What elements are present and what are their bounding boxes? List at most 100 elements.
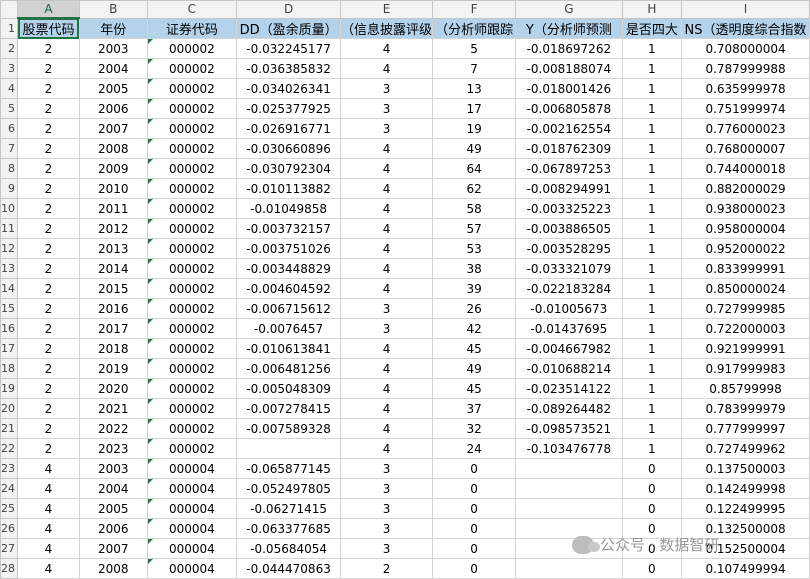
data-cell[interactable]: 4 (17, 478, 80, 499)
data-cell[interactable]: 0.850000024 (681, 278, 810, 299)
column-header-e[interactable]: E (340, 0, 434, 19)
data-cell[interactable]: 2 (17, 398, 80, 419)
data-cell[interactable]: 2 (17, 198, 80, 219)
data-cell[interactable]: 0 (621, 458, 683, 479)
data-cell[interactable]: -0.007278415 (236, 398, 342, 419)
data-cell[interactable]: 0.137500003 (681, 458, 810, 479)
column-header-f[interactable]: F (432, 0, 517, 19)
data-cell[interactable]: 4 (340, 358, 434, 379)
data-cell[interactable]: 2015 (78, 278, 148, 299)
data-cell[interactable]: -0.030792304 (236, 158, 342, 179)
data-cell[interactable]: 000002 (146, 38, 238, 59)
data-cell[interactable]: -0.003325223 (515, 198, 623, 219)
data-cell[interactable]: 2005 (78, 498, 148, 519)
data-cell[interactable]: 64 (432, 158, 517, 179)
data-cell[interactable]: 2023 (78, 438, 148, 459)
field-header-cell[interactable]: DD（盈余质量） (236, 17, 342, 39)
data-cell[interactable]: 53 (432, 238, 517, 259)
data-cell[interactable]: 2 (17, 258, 80, 279)
field-header-cell[interactable]: 证券代码 (146, 17, 238, 39)
data-cell[interactable]: 2006 (78, 98, 148, 119)
data-cell[interactable]: 2 (17, 318, 80, 339)
data-cell[interactable]: 4 (340, 158, 434, 179)
data-cell[interactable]: 3 (340, 498, 434, 519)
column-header-b[interactable]: B (78, 0, 148, 19)
data-cell[interactable] (236, 438, 342, 459)
data-cell[interactable]: 2021 (78, 398, 148, 419)
data-cell[interactable]: -0.065877145 (236, 458, 342, 479)
data-cell[interactable]: 0.938000023 (681, 198, 810, 219)
data-cell[interactable]: 4 (340, 338, 434, 359)
column-header-c[interactable]: C (146, 0, 238, 19)
data-cell[interactable]: 1 (621, 358, 683, 379)
row-header[interactable]: 13 (0, 258, 18, 279)
row-header[interactable]: 14 (0, 278, 18, 299)
data-cell[interactable]: -0.003448829 (236, 258, 342, 279)
data-cell[interactable]: 2003 (78, 458, 148, 479)
row-header[interactable]: 10 (0, 198, 18, 219)
data-cell[interactable]: 58 (432, 198, 517, 219)
row-header[interactable]: 20 (0, 398, 18, 419)
data-cell[interactable]: 000002 (146, 58, 238, 79)
row-header[interactable]: 18 (0, 358, 18, 379)
data-cell[interactable]: 000004 (146, 518, 238, 539)
data-cell[interactable]: 4 (17, 538, 80, 559)
data-cell[interactable]: 0 (432, 478, 517, 499)
data-cell[interactable]: 3 (340, 518, 434, 539)
data-cell[interactable]: -0.06271415 (236, 498, 342, 519)
data-cell[interactable]: 42 (432, 318, 517, 339)
data-cell[interactable]: 000002 (146, 338, 238, 359)
data-cell[interactable]: 1 (621, 398, 683, 419)
data-cell[interactable]: 39 (432, 278, 517, 299)
data-cell[interactable]: 000002 (146, 418, 238, 439)
data-cell[interactable]: -0.003886505 (515, 218, 623, 239)
data-cell[interactable]: 0 (432, 458, 517, 479)
data-cell[interactable]: 4 (340, 418, 434, 439)
data-cell[interactable]: 2009 (78, 158, 148, 179)
data-cell[interactable]: 4 (340, 378, 434, 399)
data-cell[interactable]: 0.777999997 (681, 418, 810, 439)
data-cell[interactable]: 2 (17, 298, 80, 319)
data-cell[interactable]: 1 (621, 198, 683, 219)
data-cell[interactable]: 000004 (146, 498, 238, 519)
data-cell[interactable]: 49 (432, 358, 517, 379)
data-cell[interactable]: 000002 (146, 278, 238, 299)
data-cell[interactable]: 0.952000022 (681, 238, 810, 259)
data-cell[interactable]: 3 (340, 538, 434, 559)
data-cell[interactable]: -0.01005673 (515, 298, 623, 319)
row-header[interactable]: 27 (0, 538, 18, 559)
data-cell[interactable]: 2017 (78, 318, 148, 339)
data-cell[interactable]: 4 (340, 438, 434, 459)
data-cell[interactable]: -0.01049858 (236, 198, 342, 219)
field-header-cell[interactable]: Y（分析师预测 (515, 17, 623, 39)
column-header-h[interactable]: H (621, 0, 683, 19)
data-cell[interactable]: -0.032245177 (236, 38, 342, 59)
data-cell[interactable]: 2 (17, 78, 80, 99)
data-cell[interactable]: -0.063377685 (236, 518, 342, 539)
data-cell[interactable]: 3 (340, 298, 434, 319)
data-cell[interactable]: 2 (17, 438, 80, 459)
data-cell[interactable] (515, 498, 623, 519)
data-cell[interactable]: 2011 (78, 198, 148, 219)
data-cell[interactable]: -0.004604592 (236, 278, 342, 299)
row-header[interactable]: 24 (0, 478, 18, 499)
data-cell[interactable]: 000002 (146, 218, 238, 239)
data-cell[interactable]: -0.004667982 (515, 338, 623, 359)
data-cell[interactable]: 62 (432, 178, 517, 199)
data-cell[interactable]: 1 (621, 438, 683, 459)
data-cell[interactable]: 3 (340, 318, 434, 339)
data-cell[interactable]: -0.018697262 (515, 38, 623, 59)
data-cell[interactable]: 1 (621, 278, 683, 299)
column-header-a[interactable]: A (17, 0, 80, 19)
data-cell[interactable]: 2003 (78, 38, 148, 59)
data-cell[interactable]: 1 (621, 178, 683, 199)
row-header[interactable]: 8 (0, 158, 18, 179)
row-header[interactable]: 4 (0, 78, 18, 99)
data-cell[interactable]: 000002 (146, 138, 238, 159)
data-cell[interactable]: 2 (17, 58, 80, 79)
data-cell[interactable]: 2013 (78, 238, 148, 259)
data-cell[interactable]: 0 (432, 518, 517, 539)
data-cell[interactable]: 26 (432, 298, 517, 319)
row-header[interactable]: 16 (0, 318, 18, 339)
column-header-d[interactable]: D (236, 0, 342, 19)
